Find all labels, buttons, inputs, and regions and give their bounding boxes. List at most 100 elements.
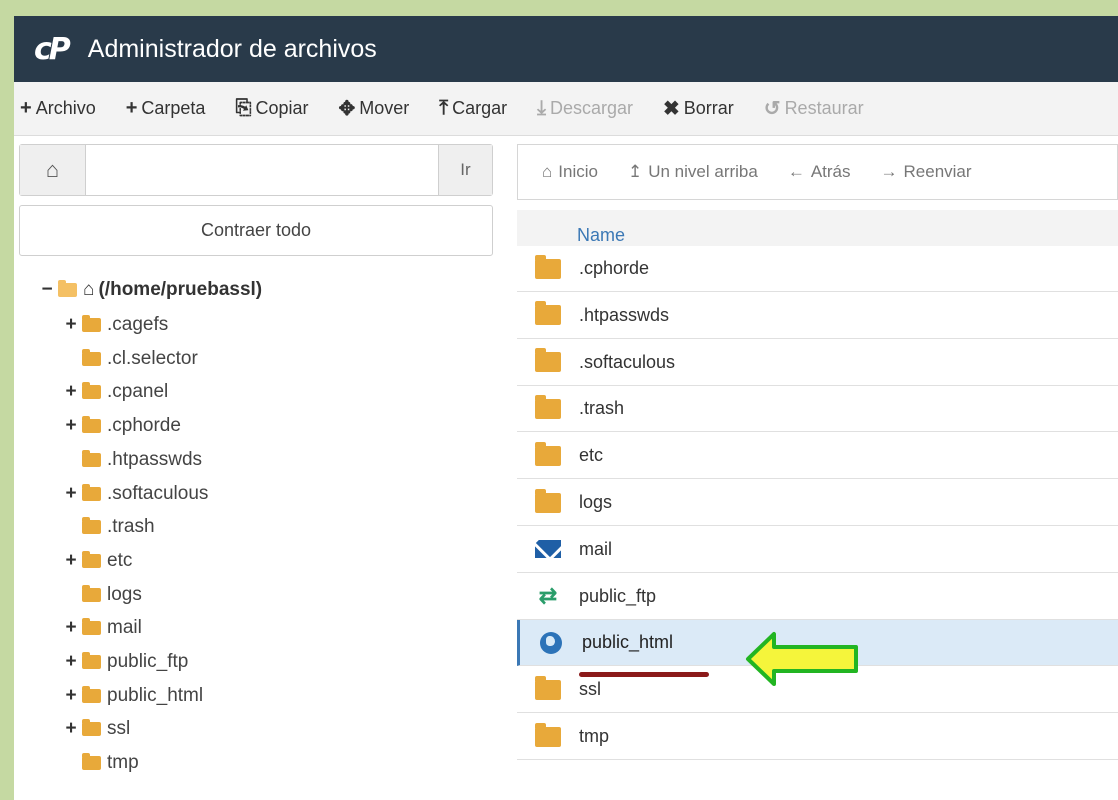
tree-item[interactable]: tmp [79, 748, 139, 778]
file-name[interactable]: logs [579, 492, 612, 513]
tree-item-label: tmp [107, 752, 139, 774]
toolbar-label: Archivo [35, 98, 96, 118]
file-icon-cell [535, 675, 561, 701]
new-file-button[interactable]: + Archivo [20, 97, 96, 120]
expand-toggle-icon[interactable]: + [63, 550, 79, 572]
collapse-all-button[interactable]: Contraer todo [19, 205, 493, 256]
delete-button[interactable]: ✖ Borrar [663, 96, 734, 121]
home-button[interactable]: ⌂ [20, 145, 86, 195]
file-row[interactable]: logs [517, 480, 1118, 526]
file-row[interactable]: .softaculous [517, 339, 1118, 386]
navigation-bar: ⌂ Inicio ↥ Un nivel arriba ← Atrás → Reenviar [517, 144, 1118, 200]
upload-icon: ⤒ [439, 97, 449, 119]
nav-label: Un nivel arriba [648, 162, 758, 181]
download-icon: ⤓ [537, 97, 546, 119]
tree-item[interactable]: + ssl [63, 714, 130, 744]
tree-item[interactable]: .trash [79, 512, 155, 542]
upload-button[interactable]: ⤒ Cargar [439, 97, 507, 120]
file-name[interactable]: public_ftp [579, 586, 656, 607]
tree-item[interactable]: + .cagefs [63, 310, 168, 340]
file-name[interactable]: .htpasswds [579, 305, 669, 326]
restore-button[interactable]: ↺ Restaurar [764, 96, 864, 121]
cpanel-logo: cP [34, 31, 71, 67]
forward-button[interactable]: → Reenviar [881, 162, 972, 182]
tree-root[interactable]: − ⌂ (/home/pruebassl) [39, 279, 262, 301]
file-name[interactable]: mail [579, 539, 612, 560]
file-row[interactable]: .htpasswds [517, 292, 1118, 339]
globe-icon [540, 631, 562, 654]
file-name[interactable]: .trash [579, 398, 624, 419]
tree-item-label: .htpasswds [107, 448, 203, 470]
arrow-left-icon: ← [787, 162, 805, 181]
tree-item-label: ssl [107, 718, 131, 740]
tree-item[interactable]: + mail [63, 613, 141, 643]
toolbar-label: Restaurar [784, 98, 864, 118]
toolbar: + Archivo + Carpeta ⎘ Copiar ✥ Mover ⤒ Cargar ⤓ Des… [14, 82, 1118, 136]
tree-item[interactable]: + public_html [63, 681, 203, 711]
folder-icon [535, 488, 561, 513]
ftp-transfer-icon: ⇄ [538, 583, 558, 609]
file-name[interactable]: .softaculous [579, 352, 675, 373]
path-input[interactable] [86, 145, 438, 195]
tree-item[interactable]: + public_ftp [63, 647, 188, 677]
column-name-header[interactable]: Name [577, 225, 625, 246]
tree-item[interactable]: + .softaculous [63, 479, 208, 509]
folder-icon [82, 517, 101, 535]
collapse-toggle-icon[interactable]: − [39, 279, 55, 301]
toolbar-label: Descargar [549, 98, 634, 118]
folder-icon [535, 254, 561, 279]
tree-item[interactable]: + etc [63, 546, 132, 576]
tree-item-label: .trash [107, 516, 155, 538]
tree-item[interactable]: logs [79, 580, 142, 610]
file-icon-cell [535, 488, 561, 514]
file-name[interactable]: public_html [582, 632, 673, 653]
expand-toggle-icon[interactable]: + [63, 617, 79, 639]
copy-button[interactable]: ⎘ Copiar [235, 97, 308, 120]
nav-label: Inicio [558, 162, 598, 181]
tree-item[interactable]: .htpasswds [79, 445, 202, 475]
tree-item-label: .cl.selector [107, 347, 198, 369]
copy-icon: ⎘ [235, 97, 252, 119]
nav-label: Atrás [810, 162, 851, 181]
tree-item[interactable]: + .cphorde [63, 411, 181, 441]
home-icon: ⌂ [45, 157, 60, 182]
folder-icon [82, 416, 101, 434]
file-row[interactable]: mail [517, 526, 1118, 573]
nav-label: Reenviar [903, 162, 972, 181]
folder-icon [82, 753, 101, 771]
file-row[interactable]: .trash [517, 386, 1118, 433]
back-button[interactable]: ← Atrás [788, 162, 851, 182]
file-row[interactable]: tmp [517, 714, 1118, 760]
move-icon: ✥ [338, 98, 356, 120]
new-folder-button[interactable]: + Carpeta [126, 97, 206, 120]
file-icon-cell [538, 631, 564, 654]
home-nav-button[interactable]: ⌂ Inicio [542, 162, 598, 182]
expand-toggle-icon[interactable]: + [63, 381, 79, 403]
file-row[interactable]: etc [517, 433, 1118, 480]
expand-toggle-icon[interactable]: + [63, 415, 79, 437]
expand-toggle-icon[interactable]: + [63, 718, 79, 740]
home-icon: ⌂ [542, 162, 553, 181]
expand-toggle-icon[interactable]: + [63, 685, 79, 707]
expand-toggle-icon[interactable]: + [63, 483, 79, 505]
tree-item[interactable]: + .cpanel [63, 377, 168, 407]
tree-item[interactable]: .cl.selector [79, 344, 198, 374]
move-button[interactable]: ✥ Mover [338, 96, 409, 121]
file-name[interactable]: ssl [579, 679, 601, 700]
file-name[interactable]: tmp [579, 726, 609, 747]
folder-icon [82, 652, 101, 669]
file-name[interactable]: etc [579, 445, 603, 466]
file-row[interactable]: .cphorde [517, 246, 1118, 292]
file-name[interactable]: .cphorde [579, 258, 649, 279]
toolbar-label: Carpeta [141, 98, 206, 118]
plus-icon: + [125, 97, 138, 119]
tree-item-label: .softaculous [107, 482, 209, 504]
download-button[interactable]: ⤓ Descargar [537, 97, 633, 120]
file-row[interactable]: ⇄ public_ftp [517, 573, 1118, 620]
go-button[interactable]: Ir [438, 145, 492, 195]
file-icon-cell [535, 394, 561, 420]
up-one-level-button[interactable]: ↥ Un nivel arriba [628, 162, 758, 182]
expand-toggle-icon[interactable]: + [63, 651, 79, 673]
expand-toggle-icon[interactable]: + [63, 314, 79, 336]
level-up-icon: ↥ [627, 162, 643, 181]
